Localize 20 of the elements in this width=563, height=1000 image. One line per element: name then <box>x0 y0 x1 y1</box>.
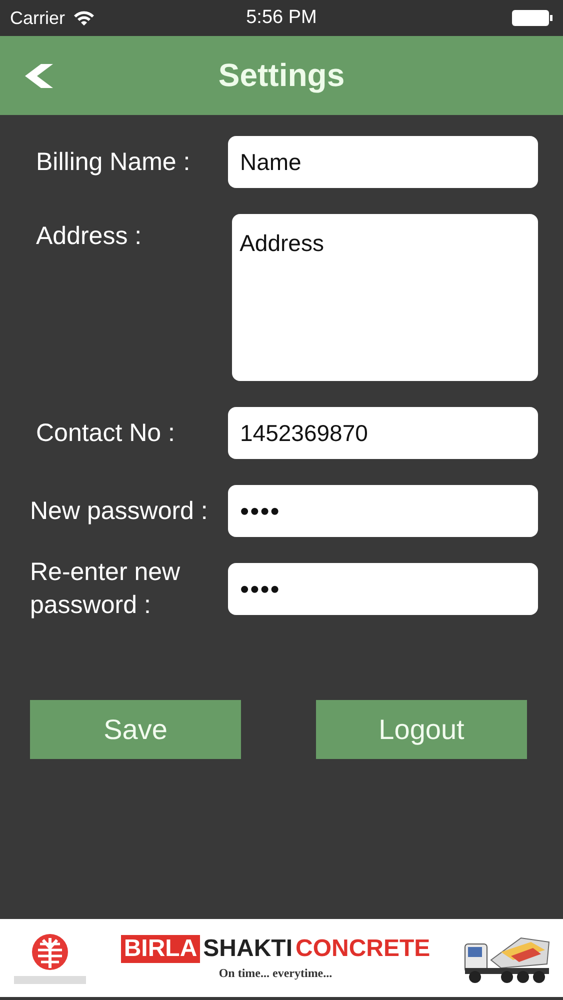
input-field[interactable]: Name <box>228 136 538 188</box>
wifi-icon <box>73 10 96 26</box>
brand-name: SHAKTI <box>203 935 292 963</box>
battery-icon <box>511 9 553 27</box>
status-time: 5:56 PM <box>246 7 317 29</box>
brand-name: CONCRETE <box>296 935 430 963</box>
password-field[interactable]: •••• <box>228 485 538 537</box>
field-label: Billing Name : <box>35 146 192 178</box>
screen-title: Settings <box>218 57 345 94</box>
input-field[interactable]: 1452369870 <box>228 407 538 459</box>
back-icon[interactable] <box>24 62 54 88</box>
field-label: Address : <box>35 221 143 252</box>
password-field[interactable]: •••• <box>228 563 538 615</box>
brand-label: BIRLA <box>120 935 200 963</box>
carrier-name: Carrier <box>10 8 66 28</box>
field-label: Re-enter new password : <box>30 557 182 621</box>
tagline: On time... everytime... <box>218 966 332 981</box>
address-field[interactable]: Address <box>232 214 538 381</box>
field-label: New password : <box>30 496 209 526</box>
field-label: Contact No : <box>35 418 176 448</box>
